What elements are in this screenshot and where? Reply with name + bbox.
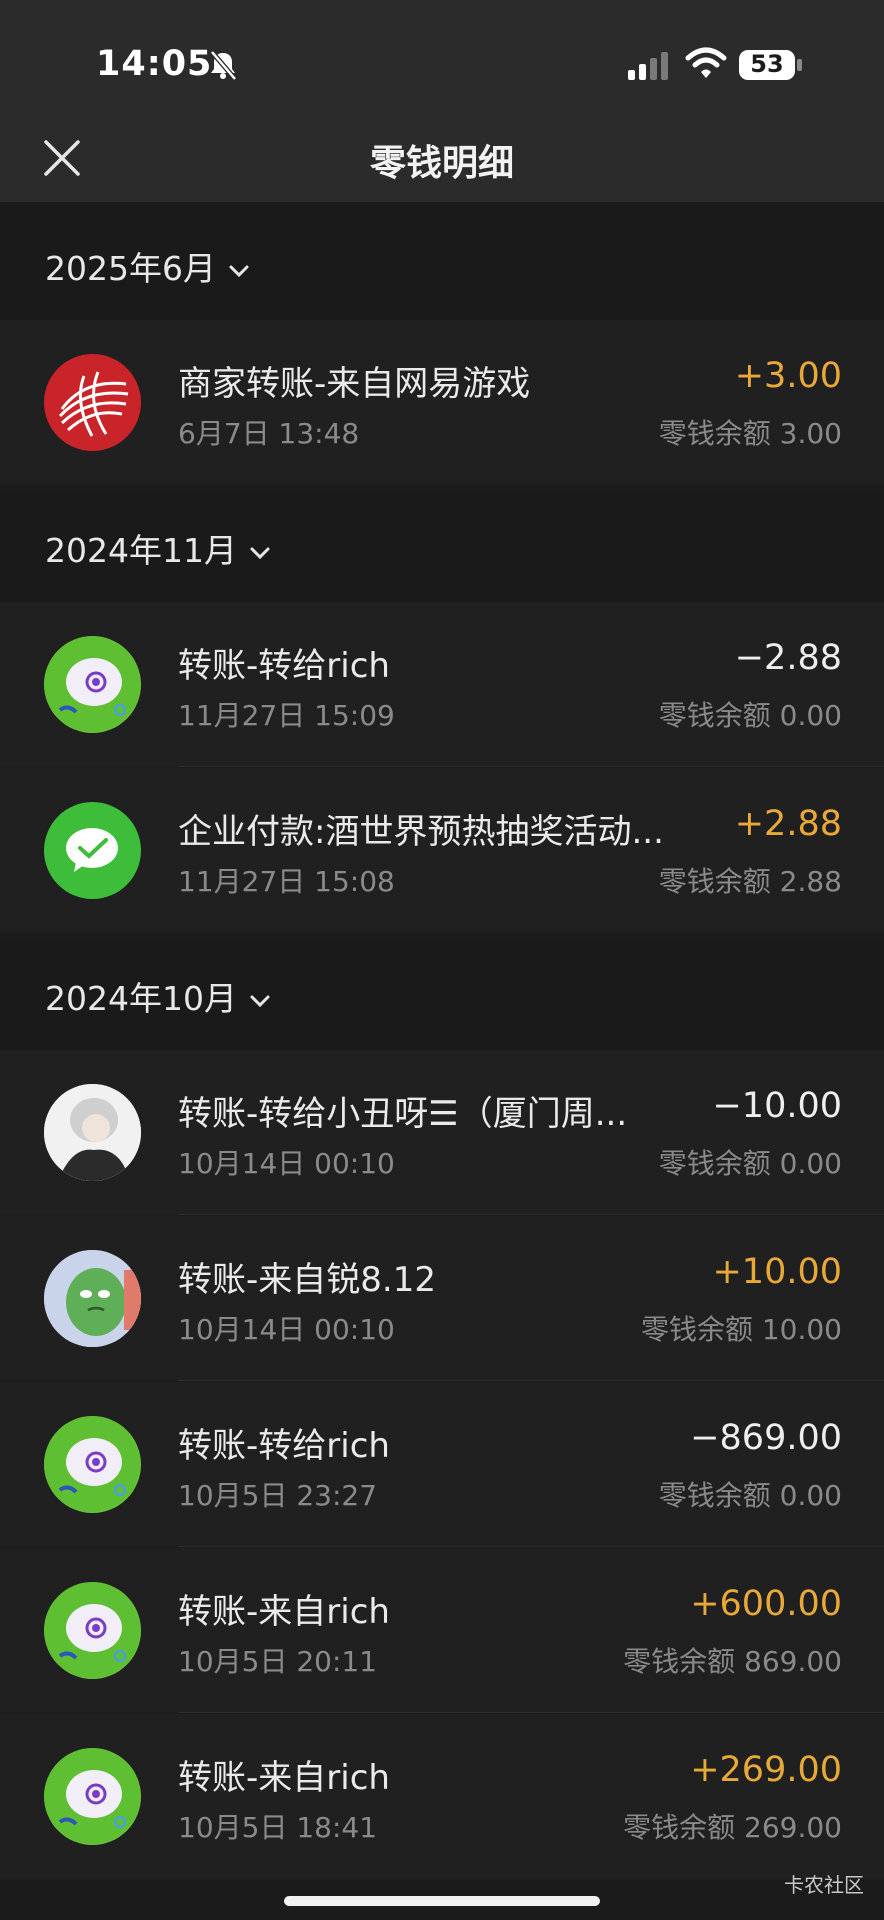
transaction-row[interactable]: 转账-来自锐8.12 10月14日 00:10 +10.00 零钱余额 10.0… [0,1216,884,1381]
transaction-amount: +10.00 [712,1252,842,1292]
wifi-icon [685,47,727,78]
month-selector-2025-06[interactable]: 2025年6月 [0,208,884,320]
month-label: 2024年10月 [45,972,271,1020]
transaction-title: 企业付款:酒世界预热抽奖活动... [178,812,664,852]
cartoon-avatar-icon [44,636,140,732]
user-avatar-rich [44,1748,141,1845]
watermark: 卡农社区 [784,1873,864,1897]
transaction-row[interactable]: 转账-转给小丑呀☰（厦门周... 10月14日 00:10 −10.00 零钱余… [0,1050,884,1215]
transaction-row[interactable]: 转账-转给rich 10月5日 23:27 −869.00 零钱余额 0.00 [0,1382,884,1547]
transaction-time: 11月27日 15:09 [178,699,395,732]
transaction-row[interactable]: 转账-来自rich 10月5日 20:11 +600.00 零钱余额 869.0… [0,1548,884,1713]
transaction-amount: +600.00 [690,1584,842,1624]
balance-after: 零钱余额 10.00 [640,1313,842,1346]
green-frog-avatar-icon [44,1250,141,1347]
transaction-row[interactable]: 商家转账-来自网易游戏 6月7日 13:48 +3.00 零钱余额 3.00 [0,320,884,485]
cellular-signal-icon [628,52,668,80]
cartoon-avatar-icon [44,1416,140,1512]
balance-after: 零钱余额 0.00 [658,699,842,732]
cartoon-avatar-icon [44,1582,140,1678]
balance-after: 零钱余额 269.00 [623,1811,842,1844]
month-selector-2024-10[interactable]: 2024年10月 [0,938,884,1050]
transaction-row[interactable]: 转账-转给rich 11月27日 15:09 −2.88 零钱余额 0.00 [0,602,884,767]
netease-logo-icon [58,371,129,437]
chevron-down-icon [229,265,249,277]
user-avatar-rui [44,1250,141,1347]
transaction-title: 转账-来自锐8.12 [178,1260,436,1300]
month-label: 2025年6月 [45,242,250,290]
month-text: 2024年11月 [45,531,237,570]
transaction-amount: +2.88 [734,804,842,844]
user-avatar-rich [44,1582,141,1679]
balance-after: 零钱余额 2.88 [658,865,842,898]
transaction-title: 转账-来自rich [178,1592,390,1632]
transaction-amount: −2.88 [734,638,842,678]
user-avatar-rich [44,636,141,733]
month-text: 2024年10月 [45,979,237,1018]
transaction-row[interactable]: 转账-来自rich 10月5日 18:41 +269.00 零钱余额 269.0… [0,1714,884,1879]
transaction-amount: −10.00 [712,1086,842,1126]
status-bar: 14:05 53 [0,0,884,120]
transaction-time: 6月7日 13:48 [178,417,360,450]
transaction-amount: +269.00 [690,1750,842,1790]
status-time: 14:05 [96,44,213,84]
netease-logo-avatar [44,354,141,451]
month-selector-2024-11[interactable]: 2024年11月 [0,490,884,602]
transaction-amount: +3.00 [734,356,842,396]
wechat-logo-icon [66,828,118,872]
mute-bell-icon [210,50,237,81]
balance-after: 零钱余额 0.00 [658,1479,842,1512]
balance-after: 零钱余额 869.00 [623,1645,842,1678]
transaction-title: 转账-转给rich [178,1426,390,1466]
transaction-title: 商家转账-来自网易游戏 [178,364,531,404]
transaction-time: 10月5日 23:27 [178,1479,378,1512]
transaction-title: 转账-转给rich [178,646,390,686]
balance-after: 零钱余额 3.00 [658,417,842,450]
chevron-down-icon [250,995,270,1007]
anime-character-avatar-icon [44,1084,141,1181]
battery-level: 53 [750,50,784,78]
balance-after: 零钱余额 0.00 [658,1147,842,1180]
wechat-pay-avatar [44,802,141,899]
month-text: 2025年6月 [45,249,216,288]
battery-icon: 53 [738,48,804,82]
page-title: 零钱明细 [369,143,514,184]
home-indicator[interactable] [284,1896,600,1906]
transaction-title: 转账-来自rich [178,1758,390,1798]
nav-header: 零钱明细 [0,120,884,202]
month-label: 2024年11月 [45,524,271,572]
transaction-title: 转账-转给小丑呀☰（厦门周... [178,1094,628,1134]
transaction-time: 10月5日 18:41 [178,1811,378,1844]
user-avatar-xiaochouya [44,1084,141,1181]
user-avatar-rich [44,1416,141,1513]
transaction-time: 10月5日 20:11 [178,1645,378,1678]
transaction-time: 10月14日 00:10 [178,1147,395,1180]
transaction-row[interactable]: 企业付款:酒世界预热抽奖活动... 11月27日 15:08 +2.88 零钱余… [0,768,884,933]
transaction-time: 10月14日 00:10 [178,1313,395,1346]
cartoon-avatar-icon [44,1748,140,1844]
transaction-amount: −869.00 [690,1418,842,1458]
transaction-time: 11月27日 15:08 [178,865,395,898]
chevron-down-icon [250,547,270,559]
